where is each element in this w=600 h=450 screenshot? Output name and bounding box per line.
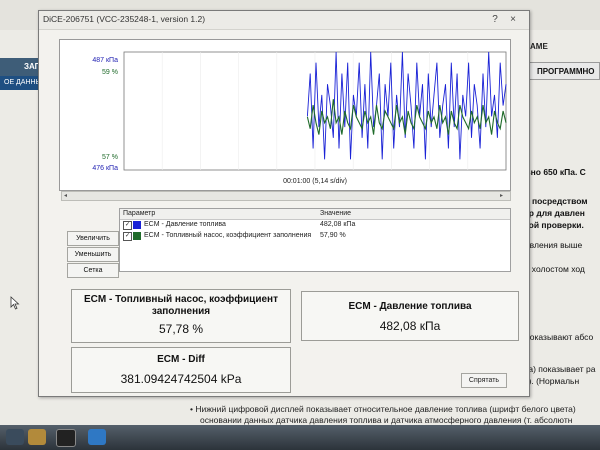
- browser-icon[interactable]: [88, 429, 106, 445]
- panel-label: ECM - Топливный насос, коэффициент запол…: [84, 294, 278, 317]
- live-graph: 487 кПа 59 % 57 % 476 кПа 00:01:00 (5,14…: [92, 51, 507, 185]
- fuel-pressure-panel: ECM - Давление топлива 482,08 кПа: [301, 291, 519, 341]
- diff-panel: ECM - Diff 381.09424742504 kPa: [71, 347, 291, 393]
- dialog-title: DiCE-206751 (VCC-235248-1, version 1.2): [43, 14, 206, 24]
- hide-button[interactable]: Спрятать: [461, 373, 507, 388]
- parameter-name: ECM - Давление топлива: [144, 221, 226, 228]
- panel-value: 57,78 %: [158, 322, 204, 336]
- zoom-out-button[interactable]: Уменьшить: [67, 247, 119, 262]
- help-icon[interactable]: ?: [489, 13, 501, 26]
- scroll-right-icon[interactable]: ▸: [500, 192, 503, 199]
- parameter-value: 57,90 %: [320, 232, 346, 239]
- series-color-swatch: [133, 232, 141, 240]
- background-bullet-line: • Нижний цифровой дисплей показывает отн…: [190, 404, 576, 414]
- graph-dialog: DiCE-206751 (VCC-235248-1, version 1.2) …: [38, 10, 530, 397]
- tool-icon[interactable]: [56, 429, 76, 447]
- parameter-value: 482,08 кПа: [320, 221, 356, 228]
- background-bullet-line: основании данных датчика давления топлив…: [200, 415, 573, 425]
- panel-value: 381.09424742504 kPa: [120, 372, 242, 386]
- chart-frame: 487 кПа 59 % 57 % 476 кПа 00:01:00 (5,14…: [59, 39, 511, 191]
- y-max-percent-label: 59 %: [102, 69, 118, 76]
- mouse-pointer-icon: [10, 296, 20, 310]
- parameter-table-header: Параметр Значение: [120, 209, 510, 220]
- column-header-parameter: Параметр: [123, 210, 156, 217]
- parameter-table: Параметр Значение ✓ ECM - Давление топли…: [119, 208, 511, 272]
- zoom-in-button[interactable]: Увеличить: [67, 231, 119, 246]
- y-min-percent-label: 57 %: [102, 154, 118, 161]
- series-color-swatch: [133, 221, 141, 229]
- toolbox-icon[interactable]: [28, 429, 46, 445]
- background-text-line: ся посредством: [520, 196, 588, 206]
- scroll-left-icon[interactable]: ◂: [64, 192, 67, 199]
- grid-button[interactable]: Сетка: [67, 263, 119, 278]
- dialog-titlebar[interactable]: DiCE-206751 (VCC-235248-1, version 1.2) …: [39, 11, 529, 30]
- background-title: AME: [530, 42, 548, 51]
- parameter-name: ECM - Топливный насос, коэффициент запол…: [144, 232, 312, 239]
- parameter-checkbox[interactable]: ✓: [123, 221, 132, 230]
- pump-duty-panel: ECM - Топливный насос, коэффициент запол…: [71, 289, 291, 343]
- parameter-row[interactable]: ✓ ECM - Топливный насос, коэффициент зап…: [120, 231, 510, 241]
- time-axis-label: 00:01:00 (5,14 s/div): [283, 178, 347, 185]
- background-text-line: ) показывают абсо: [520, 332, 594, 342]
- horizontal-scrollbar[interactable]: ◂ ▸: [61, 191, 511, 201]
- background-tab-software[interactable]: ПРОГРАММНО: [528, 62, 600, 80]
- panel-label: ECM - Давление топлива: [348, 301, 472, 312]
- parameter-checkbox[interactable]: ✓: [123, 232, 132, 241]
- column-header-value: Значение: [320, 210, 352, 217]
- panel-label: ECM - Diff: [157, 354, 205, 365]
- parameter-row[interactable]: ✓ ECM - Давление топлива 482,08 кПа: [120, 220, 510, 230]
- y-max-pressure-label: 487 кПа: [92, 57, 118, 64]
- close-icon[interactable]: ×: [507, 13, 519, 26]
- background-text-line: ата) показывает ра: [520, 364, 596, 374]
- y-min-pressure-label: 476 кПа: [92, 165, 118, 172]
- panel-value: 482,08 кПа: [379, 319, 441, 333]
- start-icon[interactable]: [6, 429, 24, 445]
